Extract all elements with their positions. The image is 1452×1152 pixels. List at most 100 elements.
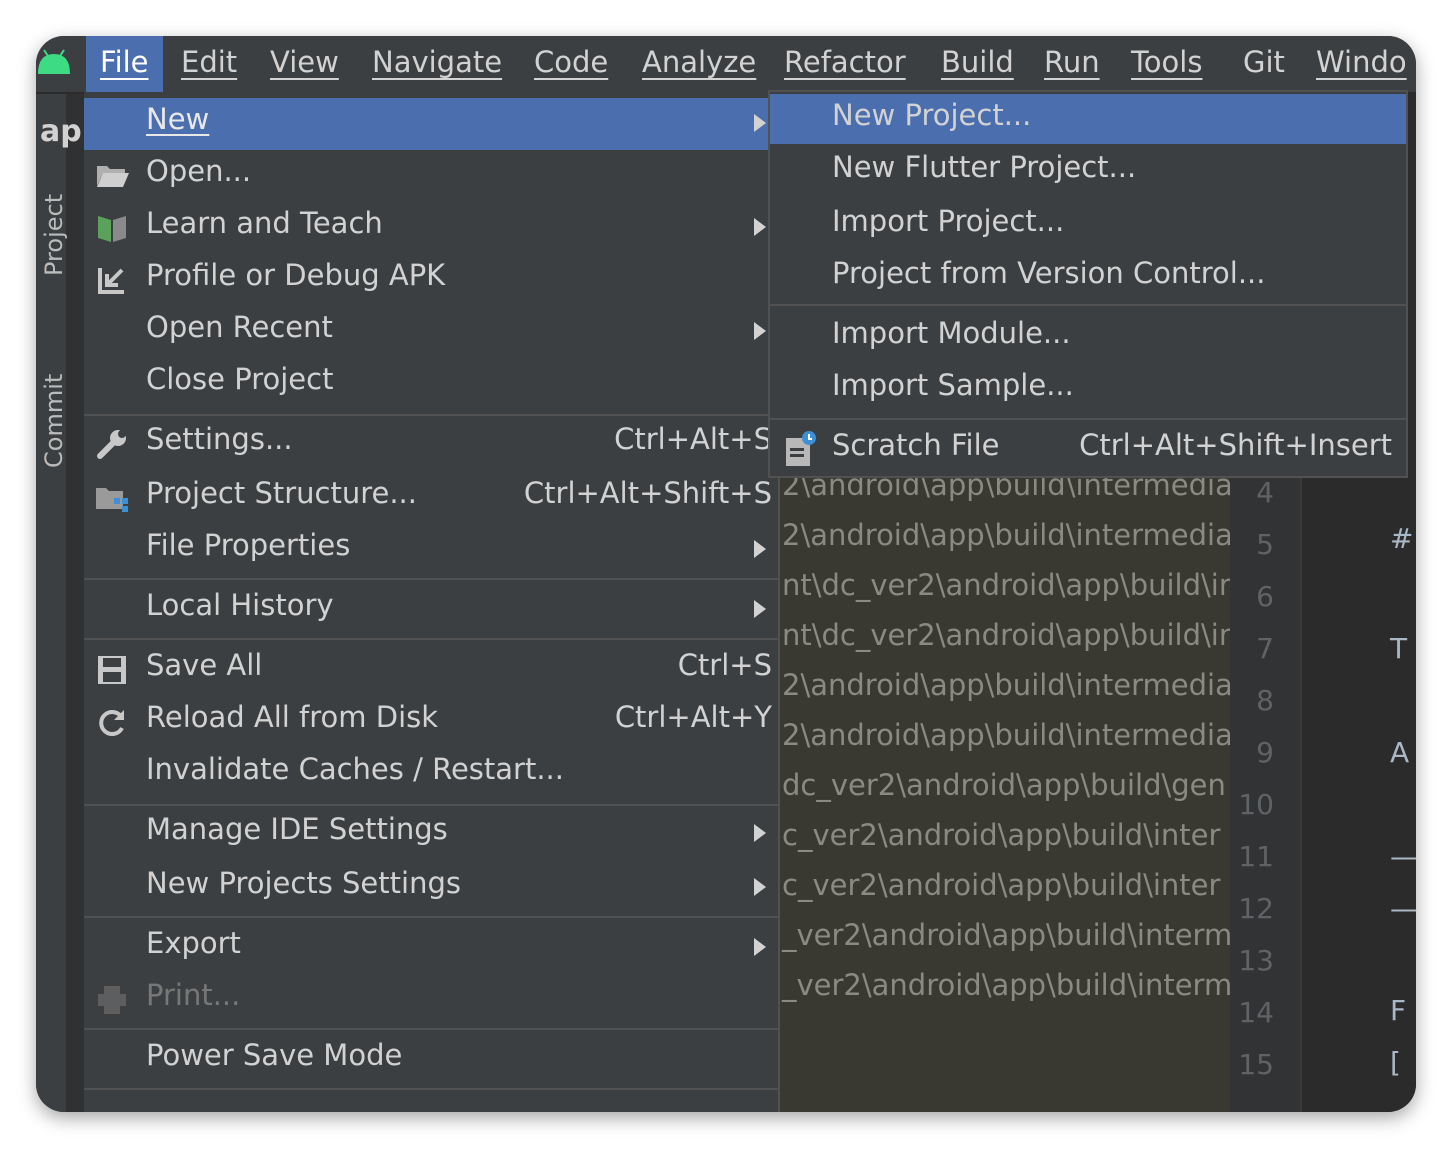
new-submenu: New Project... New Flutter Project... Im… (768, 90, 1408, 478)
menu-separator (84, 1028, 778, 1030)
menu-file[interactable]: File (86, 36, 163, 92)
menu-item-label: Power Save Mode (146, 1038, 403, 1072)
menu-item-save-all[interactable]: Save All Ctrl+S (84, 644, 778, 696)
menu-item-close-project[interactable]: Close Project (84, 358, 778, 410)
submenu-separator (770, 304, 1406, 306)
menu-item-new-projects-settings[interactable]: New Projects Settings (84, 862, 778, 914)
build-output-panel: 2\android\app\build\intermedia 2\android\… (778, 474, 1230, 1112)
menu-item-label: Export (146, 926, 241, 960)
output-line: dc_ver2\android\app\build\gen (782, 768, 1226, 802)
save-icon (98, 656, 126, 684)
submenu-item-project-from-vcs[interactable]: Project from Version Control... (770, 252, 1406, 302)
submenu-item-import-project[interactable]: Import Project... (770, 200, 1406, 250)
menu-item-label: File Properties (146, 528, 351, 562)
submenu-item-new-project[interactable]: New Project... (770, 94, 1406, 144)
submenu-arrow-icon (754, 938, 766, 956)
menu-item-project-structure[interactable]: Project Structure... Ctrl+Alt+Shift+S (84, 472, 778, 524)
menu-item-learn-and-teach[interactable]: Learn and Teach (84, 202, 778, 254)
output-line: 2\android\app\build\intermedia (782, 718, 1230, 752)
line-number: 13 (1238, 944, 1274, 977)
menu-item-label: Close Project (146, 362, 334, 396)
menu-item-file-properties[interactable]: File Properties (84, 524, 778, 576)
import-arrow-icon (98, 268, 124, 294)
menu-edit[interactable]: Edit (181, 36, 237, 88)
menu-item-label: Open... (146, 154, 252, 188)
menu-item-label: Settings... (146, 422, 293, 456)
output-line: 2\android\app\build\intermedia (782, 518, 1230, 552)
output-line: c_ver2\android\app\build\inter (782, 818, 1221, 852)
editor-line-start: [ (1390, 1046, 1401, 1079)
output-line: 2\android\app\build\intermedia (782, 474, 1230, 502)
menu-item-new[interactable]: New (84, 98, 778, 150)
editor-line-start: — (1390, 840, 1416, 873)
shortcut-label: Ctrl+Alt+S (614, 422, 772, 456)
menu-build[interactable]: Build (941, 36, 1014, 88)
line-number: 9 (1256, 736, 1274, 769)
output-line: _ver2\android\app\build\interm (782, 918, 1230, 952)
menu-window[interactable]: Windo (1316, 36, 1407, 88)
shortcut-label: Ctrl+Alt+Shift+Insert (1079, 428, 1392, 462)
folder-icon (97, 166, 129, 187)
submenu-item-label: Scratch File (832, 428, 1000, 462)
line-number: 4 (1256, 476, 1274, 509)
menu-view[interactable]: View (270, 36, 339, 88)
menu-item-manage-ide-settings[interactable]: Manage IDE Settings (84, 808, 778, 860)
menu-item-open-recent[interactable]: Open Recent (84, 306, 778, 358)
submenu-item-new-flutter-project[interactable]: New Flutter Project... (770, 146, 1406, 196)
editor-line-start: # (1390, 522, 1414, 555)
shortcut-label: Ctrl+Alt+Y (614, 700, 772, 734)
menu-tools[interactable]: Tools (1131, 36, 1202, 88)
menu-item-reload-all[interactable]: Reload All from Disk Ctrl+Alt+Y (84, 696, 778, 748)
editor-line-start: A (1390, 736, 1410, 769)
submenu-item-import-sample[interactable]: Import Sample... (770, 364, 1406, 414)
menu-git[interactable]: Git (1243, 36, 1285, 88)
submenu-arrow-icon (754, 600, 766, 618)
shortcut-label: Ctrl+Alt+Shift+S (523, 476, 772, 510)
reload-icon (99, 710, 124, 736)
line-number: 7 (1256, 632, 1274, 665)
project-title: ap (40, 114, 82, 149)
menu-separator (84, 1088, 778, 1090)
printer-icon (98, 986, 126, 1014)
line-number: 6 (1256, 580, 1274, 613)
menu-item-open[interactable]: Open... (84, 150, 778, 202)
menu-item-label: Profile or Debug APK (146, 258, 446, 292)
output-line: nt\dc_ver2\android\app\build\in (782, 568, 1230, 602)
submenu-separator (770, 418, 1406, 420)
submenu-item-label: New Project... (832, 98, 1032, 132)
menu-analyze[interactable]: Analyze (642, 36, 756, 88)
menu-navigate[interactable]: Navigate (372, 36, 502, 88)
project-tool-tab[interactable]: Project (40, 194, 68, 276)
submenu-item-label: New Flutter Project... (832, 150, 1137, 184)
line-number: 8 (1256, 684, 1274, 717)
menu-item-local-history[interactable]: Local History (84, 584, 778, 636)
submenu-item-label: Import Sample... (832, 368, 1074, 402)
menu-separator (84, 638, 778, 640)
menu-run[interactable]: Run (1044, 36, 1100, 88)
menu-separator (84, 414, 778, 416)
menu-item-label: Reload All from Disk (146, 700, 439, 734)
menu-separator (84, 916, 778, 918)
menu-code[interactable]: Code (534, 36, 608, 88)
shortcut-label: Ctrl+S (677, 648, 772, 682)
commit-tool-tab[interactable]: Commit (40, 374, 68, 468)
menu-refactor[interactable]: Refactor (784, 36, 906, 88)
menu-item-label: Save All (146, 648, 263, 682)
submenu-item-label: Import Project... (832, 204, 1065, 238)
android-logo-icon (38, 49, 70, 74)
project-structure-icon (96, 488, 128, 512)
menu-item-label: Invalidate Caches / Restart... (146, 752, 564, 786)
menu-item-print: Print... (84, 974, 778, 1026)
output-line: 2\android\app\build\intermedia (782, 668, 1230, 702)
submenu-item-label: Import Module... (832, 316, 1071, 350)
menu-item-label: Learn and Teach (146, 206, 383, 240)
menu-item-power-save-mode[interactable]: Power Save Mode (84, 1034, 778, 1086)
menu-item-export[interactable]: Export (84, 922, 778, 974)
menu-item-invalidate-caches[interactable]: Invalidate Caches / Restart... (84, 748, 778, 800)
editor-line-start: — (1390, 892, 1416, 925)
menu-item-profile-debug-apk[interactable]: Profile or Debug APK (84, 254, 778, 306)
menu-item-settings[interactable]: Settings... Ctrl+Alt+S (84, 418, 778, 470)
menu-item-label: Open Recent (146, 310, 333, 344)
submenu-item-scratch-file[interactable]: Scratch File Ctrl+Alt+Shift+Insert (770, 424, 1406, 474)
submenu-item-import-module[interactable]: Import Module... (770, 312, 1406, 362)
